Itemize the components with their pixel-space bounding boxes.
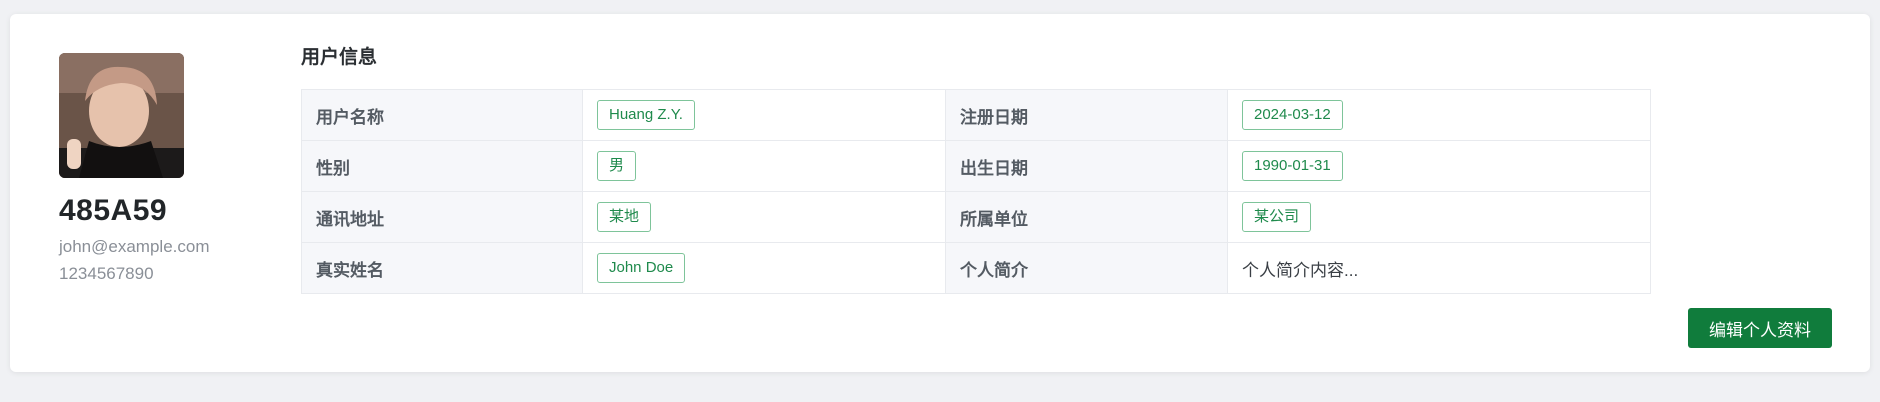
field-value-bio: 个人简介内容... <box>1242 260 1359 280</box>
field-label-organization: 所属单位 <box>945 191 1228 243</box>
user-email: john@example.com <box>59 237 210 256</box>
field-label-real-name: 真实姓名 <box>301 242 583 294</box>
table-row: 用户名称 Huang Z.Y. 注册日期 2024-03-12 <box>301 89 1651 141</box>
field-value-register-date: 2024-03-12 <box>1242 100 1343 130</box>
username: 485A59 <box>59 194 168 227</box>
field-label-username: 用户名称 <box>301 89 583 141</box>
table-row: 通讯地址 某地 所属单位 某公司 <box>301 191 1651 243</box>
field-label-gender: 性别 <box>301 140 583 192</box>
field-label-address: 通讯地址 <box>301 191 583 243</box>
table-row: 性别 男 出生日期 1990-01-31 <box>301 140 1651 192</box>
field-label-birth-date: 出生日期 <box>945 140 1228 192</box>
field-value-real-name: John Doe <box>597 253 686 283</box>
user-info-table: 用户名称 Huang Z.Y. 注册日期 2024-03-12 性别 男 出生日… <box>301 89 1651 294</box>
field-value-username: Huang Z.Y. <box>597 100 695 130</box>
field-value-address: 某地 <box>597 202 652 232</box>
field-value-gender: 男 <box>597 151 637 181</box>
profile-summary: 485A59 john@example.com 1234567890 <box>59 53 279 287</box>
edit-profile-button[interactable]: 编辑个人资料 <box>1688 308 1832 348</box>
user-phone: 1234567890 <box>59 264 154 283</box>
avatar <box>59 53 184 178</box>
field-label-register-date: 注册日期 <box>945 89 1228 141</box>
table-row: 真实姓名 John Doe 个人简介 个人简介内容... <box>301 242 1651 294</box>
field-label-bio: 个人简介 <box>945 242 1228 294</box>
profile-card: 485A59 john@example.com 1234567890 用户信息 … <box>10 14 1870 372</box>
field-value-organization: 某公司 <box>1242 202 1312 232</box>
field-value-birth-date: 1990-01-31 <box>1242 151 1343 181</box>
section-title: 用户信息 <box>301 47 378 68</box>
